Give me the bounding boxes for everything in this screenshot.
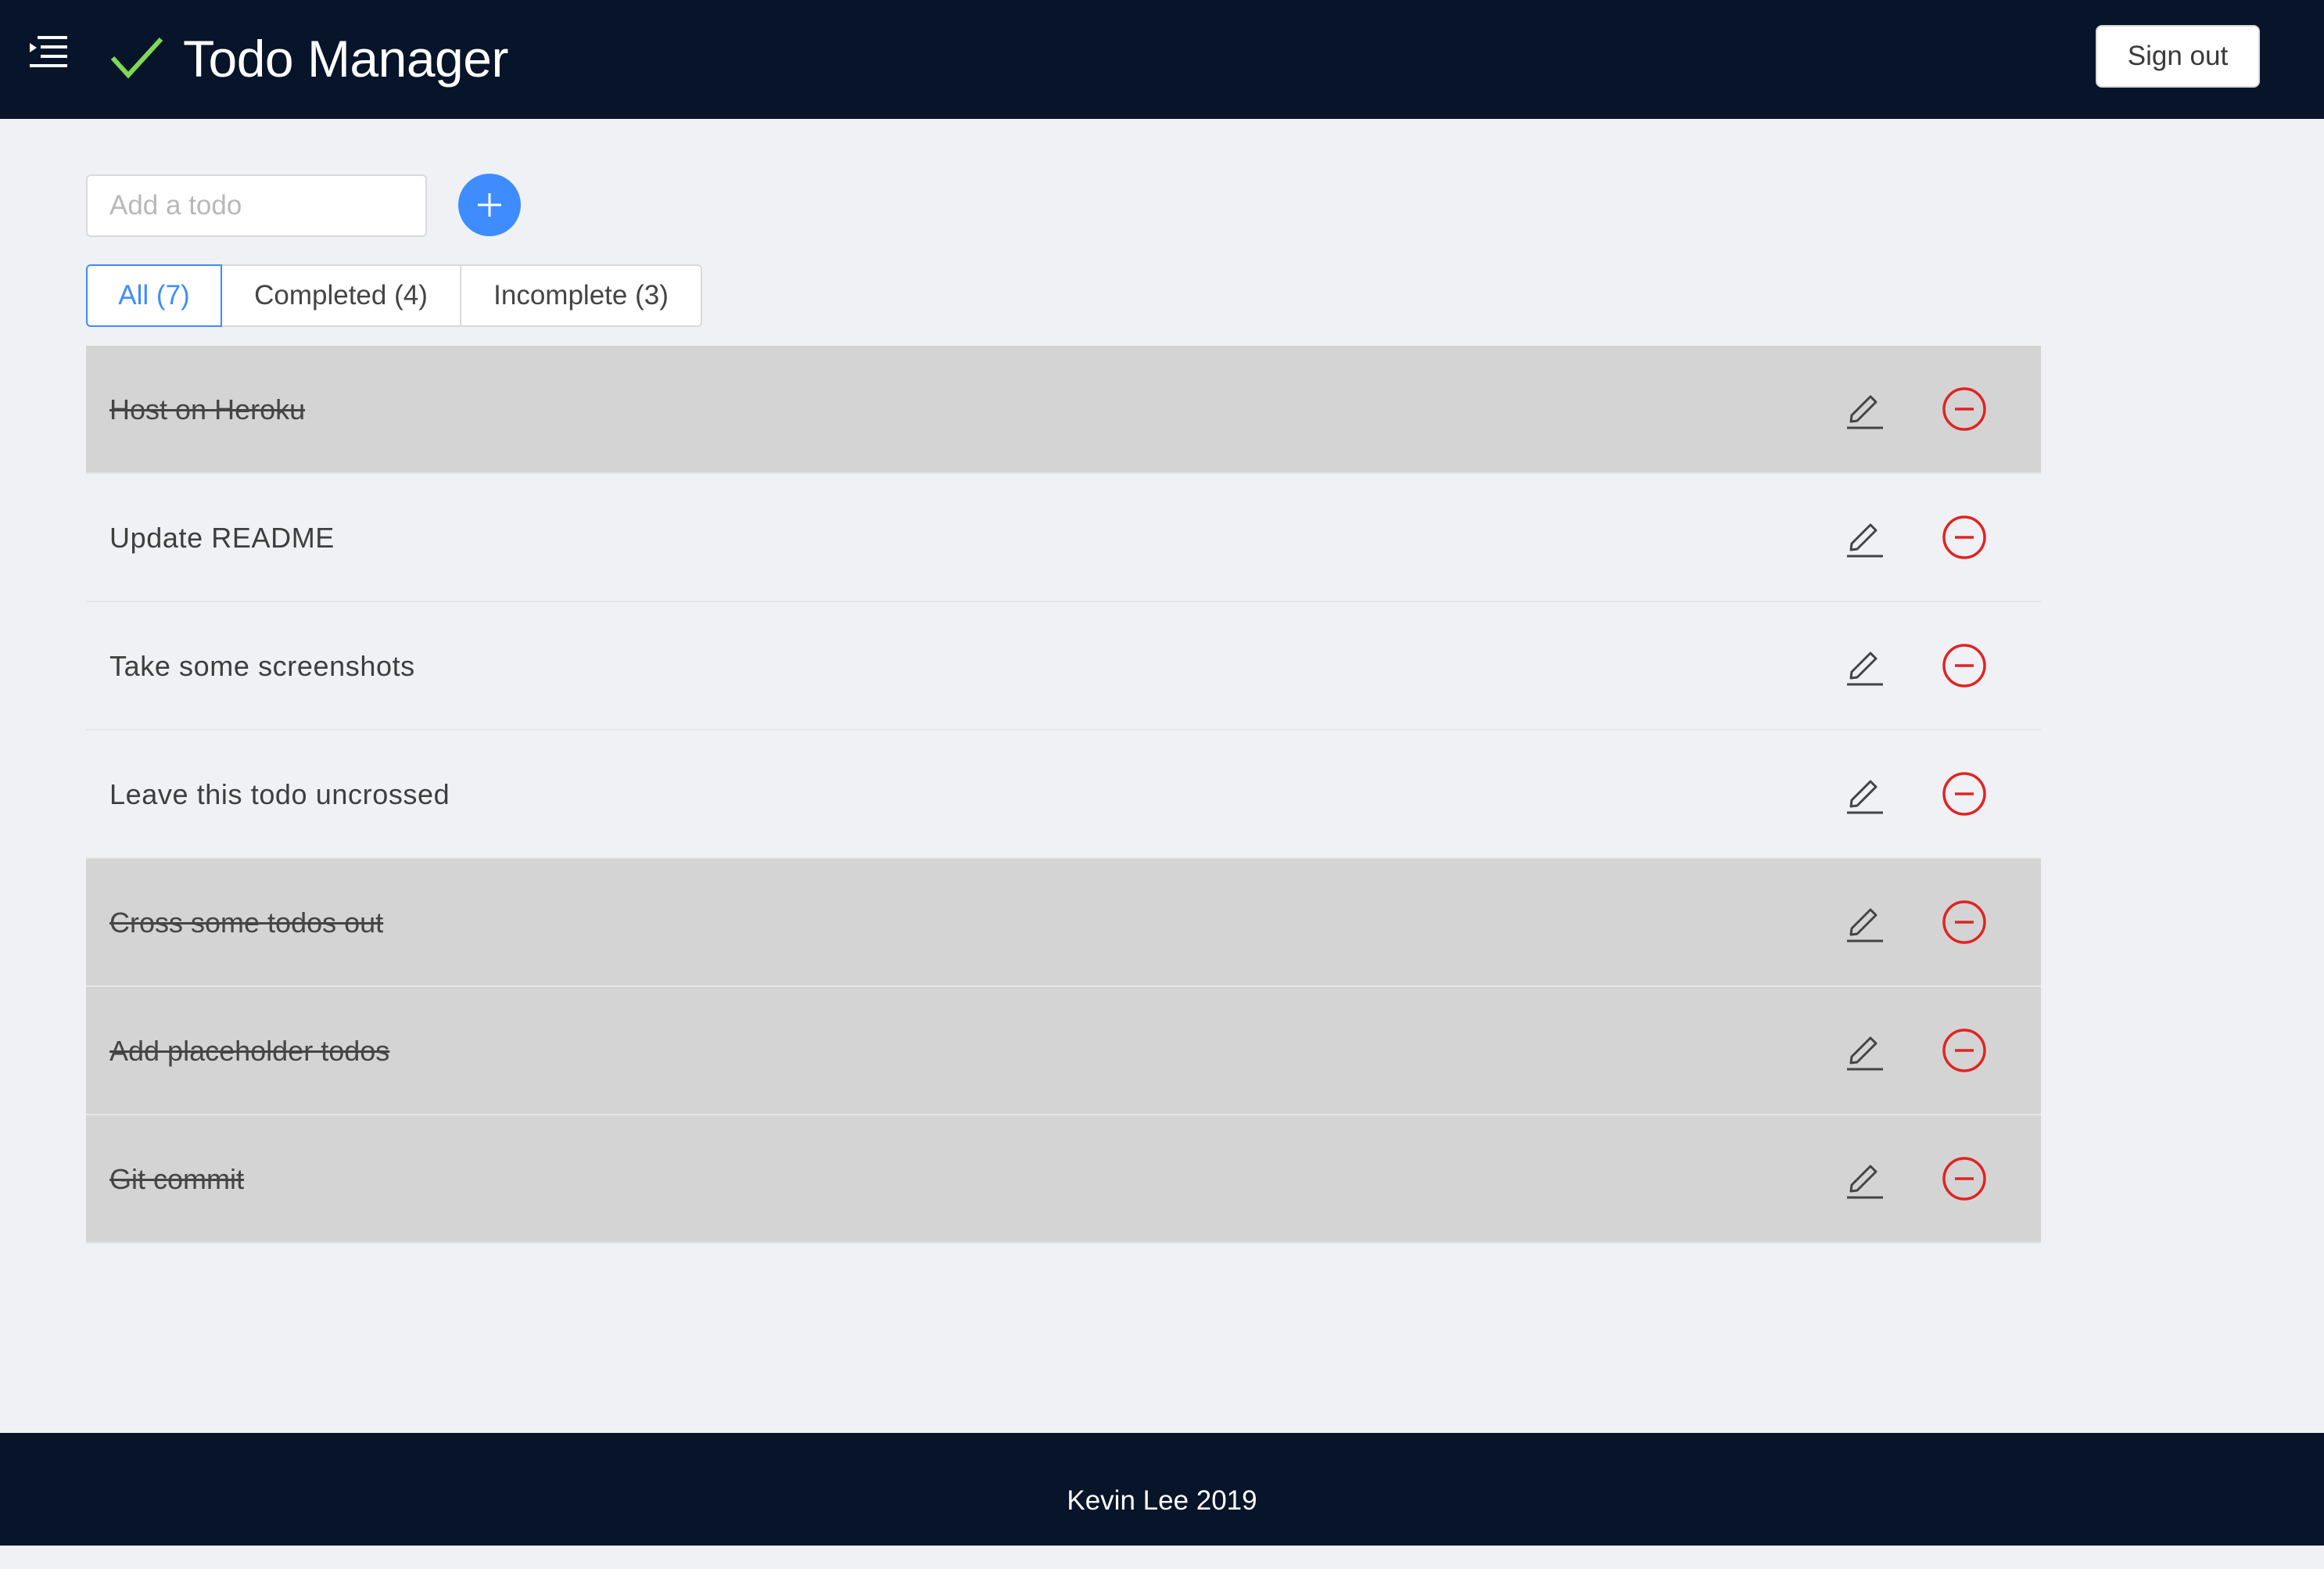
sign-out-button[interactable]: Sign out: [2096, 25, 2260, 88]
todo-list: Host on Heroku Update README Take some s…: [86, 346, 2041, 1244]
tab-incomplete[interactable]: Incomplete (3): [460, 264, 702, 327]
todo-text[interactable]: Git commit: [109, 1115, 244, 1244]
checkmark-icon: [110, 37, 163, 79]
todo-row: Leave this todo uncrossed: [86, 731, 2041, 859]
todo-text[interactable]: Update README: [109, 474, 335, 602]
minus-circle-icon[interactable]: [1941, 514, 1988, 561]
pencil-edit-icon[interactable]: [1841, 385, 1888, 432]
pencil-edit-icon[interactable]: [1841, 513, 1888, 560]
app-title: Todo Manager: [183, 30, 508, 88]
todo-row: Take some screenshots: [86, 602, 2041, 731]
todo-text[interactable]: Take some screenshots: [109, 602, 415, 731]
pencil-edit-icon[interactable]: [1841, 641, 1888, 688]
todo-row: Update README: [86, 474, 2041, 602]
todo-text[interactable]: Leave this todo uncrossed: [109, 731, 450, 859]
todo-row: Git commit: [86, 1115, 2041, 1244]
minus-circle-icon[interactable]: [1941, 642, 1988, 689]
add-todo-input[interactable]: [86, 174, 427, 237]
tab-completed[interactable]: Completed (4): [221, 264, 461, 327]
tab-all[interactable]: All (7): [86, 264, 222, 327]
add-todo-button[interactable]: [458, 174, 521, 236]
todo-row: Cross some todos out: [86, 859, 2041, 987]
pencil-edit-icon[interactable]: [1841, 898, 1888, 945]
menu-indent-icon[interactable]: [27, 31, 70, 72]
pencil-edit-icon[interactable]: [1841, 770, 1888, 817]
minus-circle-icon[interactable]: [1941, 770, 1988, 817]
todo-row: Host on Heroku: [86, 346, 2041, 474]
minus-circle-icon[interactable]: [1941, 386, 1988, 433]
app-footer: Kevin Lee 2019: [0, 1433, 2324, 1546]
todo-text[interactable]: Add placeholder todos: [109, 987, 389, 1115]
app-header: Todo Manager Sign out: [0, 0, 2324, 119]
filter-tabs: All (7) Completed (4) Incomplete (3): [86, 264, 702, 327]
todo-row: Add placeholder todos: [86, 987, 2041, 1115]
footer-credit: Kevin Lee 2019: [1067, 1485, 1257, 1516]
minus-circle-icon[interactable]: [1941, 1027, 1988, 1074]
todo-text[interactable]: Cross some todos out: [109, 859, 383, 987]
pencil-edit-icon[interactable]: [1841, 1026, 1888, 1073]
plus-icon: [478, 193, 501, 217]
pencil-edit-icon[interactable]: [1841, 1154, 1888, 1201]
minus-circle-icon[interactable]: [1941, 1155, 1988, 1202]
todo-text[interactable]: Host on Heroku: [109, 346, 305, 474]
minus-circle-icon[interactable]: [1941, 899, 1988, 946]
